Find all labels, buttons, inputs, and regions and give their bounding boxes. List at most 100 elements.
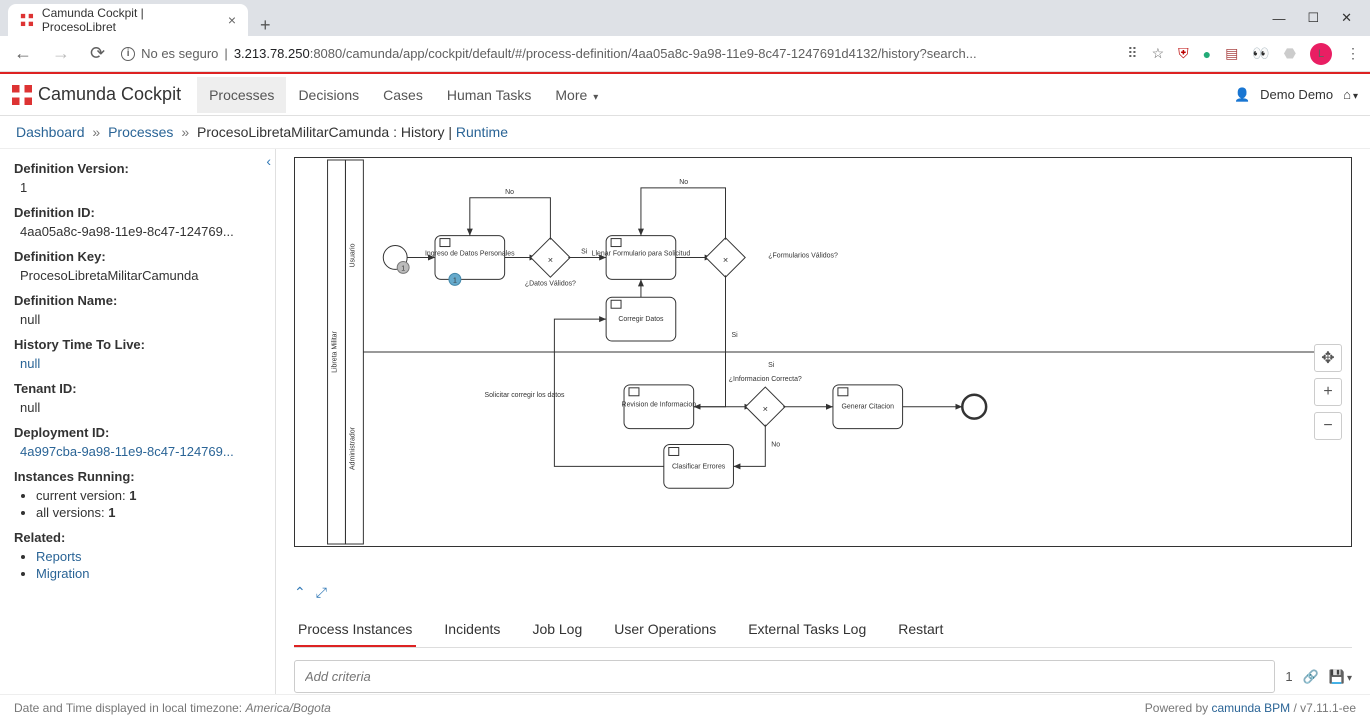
def-name-label: Definition Name: <box>14 293 261 308</box>
def-version-label: Definition Version: <box>14 161 261 176</box>
crumb-dashboard[interactable]: Dashboard <box>16 124 85 140</box>
svg-text:Usuario: Usuario <box>349 243 356 267</box>
related-label: Related: <box>14 530 261 545</box>
tab-job-log[interactable]: Job Log <box>528 613 586 647</box>
window-minimize-icon[interactable]: — <box>1272 11 1285 26</box>
related-reports[interactable]: Reports <box>36 549 82 564</box>
result-count: 1 <box>1285 669 1292 684</box>
related-migration[interactable]: Migration <box>36 566 89 581</box>
zoom-reset-button[interactable]: ✥ <box>1314 344 1342 372</box>
profile-avatar[interactable]: L <box>1310 43 1332 65</box>
url-text: 3.213.78.250:8080/camunda/app/cockpit/de… <box>234 46 977 61</box>
svg-text:Libreta Militar: Libreta Militar <box>332 330 339 372</box>
star-icon[interactable]: ☆ <box>1152 45 1165 62</box>
def-key-value: ProcesoLibretaMilitarCamunda <box>20 268 261 283</box>
breadcrumb: Dashboard » Processes » ProcesoLibretaMi… <box>0 116 1370 149</box>
new-tab-button[interactable]: + <box>248 15 283 36</box>
def-key-label: Definition Key: <box>14 249 261 264</box>
def-version-value: 1 <box>20 180 261 195</box>
top-nav: Processes Decisions Cases Human Tasks Mo… <box>197 77 610 113</box>
svg-text:1: 1 <box>453 277 457 284</box>
sidebar: ‹ Definition Version: 1 Definition ID: 4… <box>0 149 276 705</box>
ext-icon-2[interactable]: 👀 <box>1252 45 1269 62</box>
zoom-out-button[interactable]: − <box>1314 412 1342 440</box>
svg-text:1: 1 <box>401 265 405 272</box>
tenant-value: null <box>20 400 261 415</box>
tab-restart[interactable]: Restart <box>894 613 947 647</box>
deploy-label: Deployment ID: <box>14 425 261 440</box>
ext-icon-1[interactable]: ● <box>1203 46 1211 62</box>
svg-text:Si: Si <box>581 249 588 256</box>
camunda-logo-icon <box>12 85 32 105</box>
crumb-runtime[interactable]: Runtime <box>456 124 508 140</box>
svg-text:¿Informacion Correcta?: ¿Informacion Correcta? <box>729 376 802 383</box>
save-icon[interactable]: 💾▾ <box>1329 669 1352 685</box>
reload-button[interactable]: ⟳ <box>86 43 109 64</box>
tab-user-operations[interactable]: User Operations <box>610 613 720 647</box>
home-icon[interactable]: ⌂▾ <box>1343 87 1358 102</box>
tab-external-tasks[interactable]: External Tasks Log <box>744 613 870 647</box>
svg-text:Llenar Formulario para Solicit: Llenar Formulario para Solicitud <box>592 250 691 257</box>
tab-process-instances[interactable]: Process Instances <box>294 613 416 647</box>
camunda-link[interactable]: camunda BPM <box>1211 701 1290 715</box>
user-name[interactable]: Demo Demo <box>1260 87 1333 102</box>
svg-text:✕: ✕ <box>547 257 553 264</box>
nav-cases[interactable]: Cases <box>371 77 435 113</box>
nav-decisions[interactable]: Decisions <box>286 77 371 113</box>
window-maximize-icon[interactable]: ☐ <box>1307 10 1319 26</box>
svg-text:Ingreso de Datos Personales: Ingreso de Datos Personales <box>425 250 515 257</box>
inst-current: current version: 1 <box>36 488 261 503</box>
nav-more[interactable]: More ▾ <box>543 77 610 113</box>
sidebar-collapse-icon[interactable]: ‹ <box>266 153 271 169</box>
svg-text:Si: Si <box>731 332 738 339</box>
svg-text:Clasificar Errores: Clasificar Errores <box>672 463 726 470</box>
address-bar[interactable]: i No es seguro | 3.213.78.250:8080/camun… <box>121 46 1115 61</box>
svg-text:✕: ✕ <box>723 257 729 264</box>
tab-incidents[interactable]: Incidents <box>440 613 504 647</box>
crumb-current: ProcesoLibretaMilitarCamunda : History <box>197 124 444 140</box>
svg-text:No: No <box>679 179 688 186</box>
link-icon[interactable]: 🔗 <box>1303 669 1319 685</box>
svg-text:✕: ✕ <box>762 407 768 414</box>
svg-text:¿Formularios Válidos?: ¿Formularios Válidos? <box>768 252 838 259</box>
nav-processes[interactable]: Processes <box>197 77 286 113</box>
svg-text:No: No <box>505 189 514 196</box>
svg-text:Si: Si <box>768 362 775 369</box>
svg-text:Corregir Datos: Corregir Datos <box>618 316 664 323</box>
nav-human-tasks[interactable]: Human Tasks <box>435 77 544 113</box>
security-label: No es seguro <box>141 46 218 61</box>
back-button[interactable]: ← <box>10 43 36 64</box>
product-name: Camunda Cockpit <box>38 84 181 105</box>
criteria-input[interactable] <box>294 660 1275 693</box>
user-icon: 👤 <box>1234 87 1250 103</box>
info-icon: i <box>121 47 135 61</box>
httl-label: History Time To Live: <box>14 337 261 352</box>
bpmn-diagram[interactable]: Libreta Militar Usuario Administrador 1 … <box>294 157 1352 547</box>
panel-expand-icon[interactable]: ⤢ <box>316 584 327 601</box>
svg-text:¿Datos Válidos?: ¿Datos Válidos? <box>525 280 576 287</box>
svg-text:Generar Citacion: Generar Citacion <box>841 404 894 411</box>
httl-value[interactable]: null <box>20 356 261 371</box>
ublock-icon[interactable]: ⛨ <box>1178 45 1189 62</box>
deploy-value[interactable]: 4a997cba-9a98-11e9-8c47-124769... <box>20 444 261 459</box>
inst-label: Instances Running: <box>14 469 261 484</box>
browser-tab[interactable]: Camunda Cockpit | ProcesoLibret × <box>8 4 248 36</box>
camunda-favicon <box>20 13 34 27</box>
powered-by: Powered by camunda BPM / v7.11.1-ee <box>1145 701 1356 715</box>
inst-all: all versions: 1 <box>36 505 261 520</box>
timezone-label: Date and Time displayed in local timezon… <box>14 701 331 715</box>
tab-title: Camunda Cockpit | ProcesoLibret <box>42 6 220 34</box>
ext-icon-3[interactable]: ⬣ <box>1284 45 1296 62</box>
crumb-processes[interactable]: Processes <box>108 124 173 140</box>
svg-text:Administrador: Administrador <box>349 426 356 470</box>
def-name-value: null <box>20 312 261 327</box>
svg-text:Revision de Informacion: Revision de Informacion <box>622 402 697 409</box>
pdf-icon[interactable]: ▤ <box>1225 45 1238 62</box>
tab-close-icon[interactable]: × <box>228 12 236 28</box>
window-close-icon[interactable]: ✕ <box>1341 10 1352 26</box>
forward-button[interactable]: → <box>48 43 74 64</box>
translate-icon[interactable]: ⠿ <box>1127 45 1137 62</box>
browser-menu-icon[interactable]: ⋮ <box>1346 45 1360 62</box>
panel-toggle-icon[interactable]: ⌃ <box>294 584 306 601</box>
zoom-in-button[interactable]: + <box>1314 378 1342 406</box>
